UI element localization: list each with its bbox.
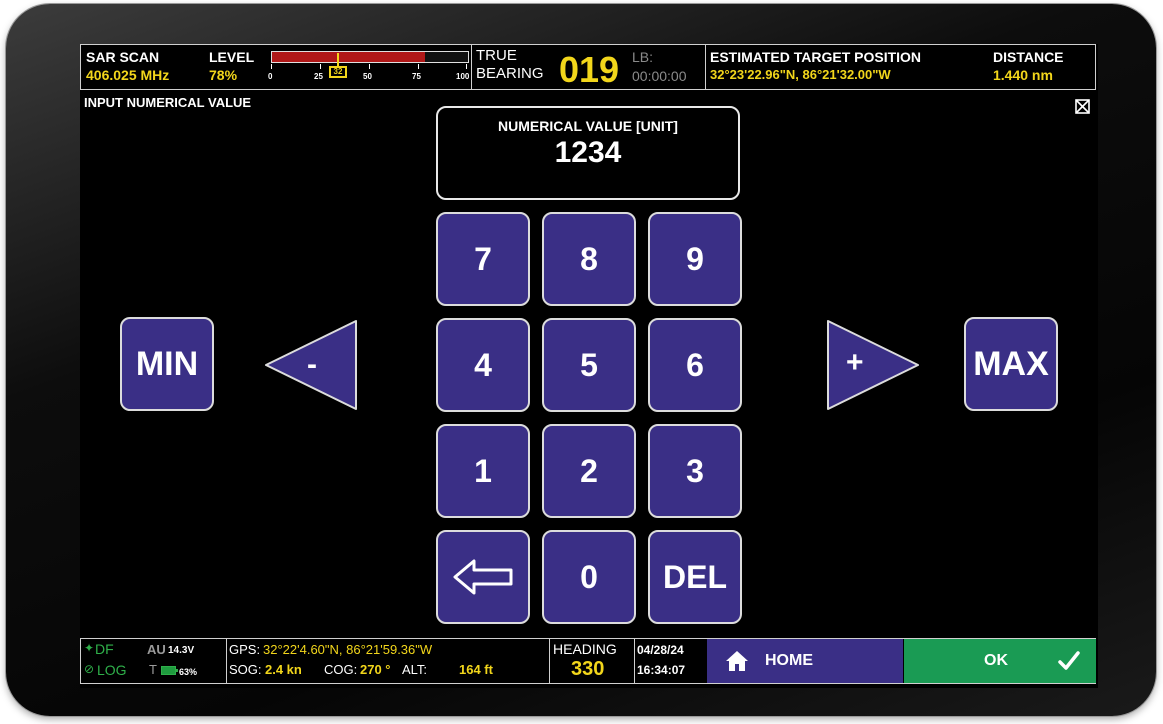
max-button[interactable]: MAX: [964, 317, 1058, 411]
level-tick: [369, 64, 370, 69]
key-6[interactable]: 6: [648, 318, 742, 412]
level-tick: [271, 64, 272, 69]
level-tick-label: 50: [363, 72, 372, 81]
divider: [471, 45, 472, 89]
log-off-icon: ⊘: [84, 662, 95, 676]
cog-label: COG:: [324, 662, 358, 677]
date: 04/28/24: [637, 643, 684, 657]
gps-value: 32°22'4.60"N, 86°21'59.36"W: [263, 642, 433, 657]
divider: [226, 639, 227, 683]
t-label: T: [149, 662, 157, 677]
home-button[interactable]: HOME: [707, 639, 903, 683]
target-title: ESTIMATED TARGET POSITION: [710, 49, 922, 65]
level-marker: 32: [329, 66, 347, 78]
value-readout: 1234: [554, 136, 622, 169]
close-box-icon[interactable]: [1075, 99, 1090, 114]
backspace-arrow-icon: [453, 559, 513, 595]
bottom-status-bar: ✦ DF ⊘ LOG AU 14.3V T 63% GPS: 32°22'4.6…: [80, 638, 1096, 684]
ok-label: OK: [984, 652, 1008, 669]
heading-label: HEADING: [553, 641, 617, 657]
battery-icon: [161, 666, 178, 675]
top-status-bar: SAR SCAN 406.025 MHz LEVEL 78% 0 25 32 5…: [80, 44, 1096, 90]
home-label: HOME: [765, 652, 813, 669]
level-tick-label: 25: [314, 72, 323, 81]
level-percent: 78%: [209, 67, 238, 83]
right-triangle-icon: [827, 320, 919, 410]
voltage-value: 14.3V: [168, 645, 195, 656]
lb-label: LB:: [632, 49, 654, 65]
value-label: NUMERICAL VALUE [UNIT]: [498, 118, 678, 134]
key-2[interactable]: 2: [542, 424, 636, 518]
level-tick-label: 100: [456, 72, 470, 81]
satellite-icon: ✦: [84, 641, 95, 655]
checkmark-icon: [1058, 651, 1080, 670]
key-9[interactable]: 9: [648, 212, 742, 306]
level-tick: [466, 64, 467, 69]
scan-frequency: 406.025 MHz: [86, 67, 170, 83]
distance-value: 1.440 nm: [993, 67, 1053, 83]
min-button[interactable]: MIN: [120, 317, 214, 411]
increment-button[interactable]: +: [825, 319, 921, 411]
sog-value: 2.4 kn: [265, 662, 302, 677]
level-tick-label: 75: [412, 72, 421, 81]
plus-label: +: [846, 346, 864, 379]
device-screen: SAR SCAN 406.025 MHz LEVEL 78% 0 25 32 5…: [80, 44, 1098, 688]
decrement-button[interactable]: -: [263, 319, 359, 411]
target-position: 32°23'22.96"N, 86°21'32.00"W: [710, 67, 891, 82]
log-label: LOG: [97, 662, 127, 678]
au-label: AU: [147, 642, 166, 657]
bearing-value: 019: [559, 49, 620, 90]
key-1[interactable]: 1: [436, 424, 530, 518]
alt-value: 164 ft: [459, 662, 493, 677]
true-label: TRUE: [476, 47, 517, 64]
divider: [705, 45, 706, 89]
key-5[interactable]: 5: [542, 318, 636, 412]
backspace-button[interactable]: [436, 530, 530, 624]
key-7[interactable]: 7: [436, 212, 530, 306]
level-bar-fill: [272, 52, 425, 62]
level-label: LEVEL: [209, 49, 255, 65]
battery-percent: 63%: [179, 667, 198, 677]
key-0[interactable]: 0: [542, 530, 636, 624]
divider: [634, 639, 635, 683]
level-marker-stem: [337, 53, 339, 67]
value-display: NUMERICAL VALUE [UNIT] 1234: [436, 106, 740, 200]
delete-button[interactable]: DEL: [648, 530, 742, 624]
df-label: DF: [95, 641, 114, 657]
minus-label: -: [307, 348, 317, 381]
cog-value: 270 °: [360, 662, 391, 677]
scan-title: SAR SCAN: [86, 49, 160, 65]
home-icon: [726, 651, 748, 671]
lb-time: 00:00:00: [632, 68, 687, 84]
distance-title: DISTANCE: [993, 49, 1064, 65]
divider: [549, 639, 550, 683]
level-tick: [320, 64, 321, 69]
level-tick-label: 0: [268, 72, 273, 81]
key-8[interactable]: 8: [542, 212, 636, 306]
bearing-label: BEARING: [476, 65, 544, 82]
sog-label: SOG:: [229, 662, 262, 677]
key-3[interactable]: 3: [648, 424, 742, 518]
gps-label: GPS:: [229, 642, 261, 657]
level-tick: [418, 64, 419, 69]
dialog-title: INPUT NUMERICAL VALUE: [84, 95, 252, 110]
time: 16:34:07: [637, 663, 686, 677]
level-bar: [271, 51, 469, 63]
ok-button[interactable]: OK: [904, 639, 1096, 683]
alt-label: ALT:: [402, 662, 428, 677]
key-4[interactable]: 4: [436, 318, 530, 412]
heading-value: 330: [571, 658, 605, 680]
